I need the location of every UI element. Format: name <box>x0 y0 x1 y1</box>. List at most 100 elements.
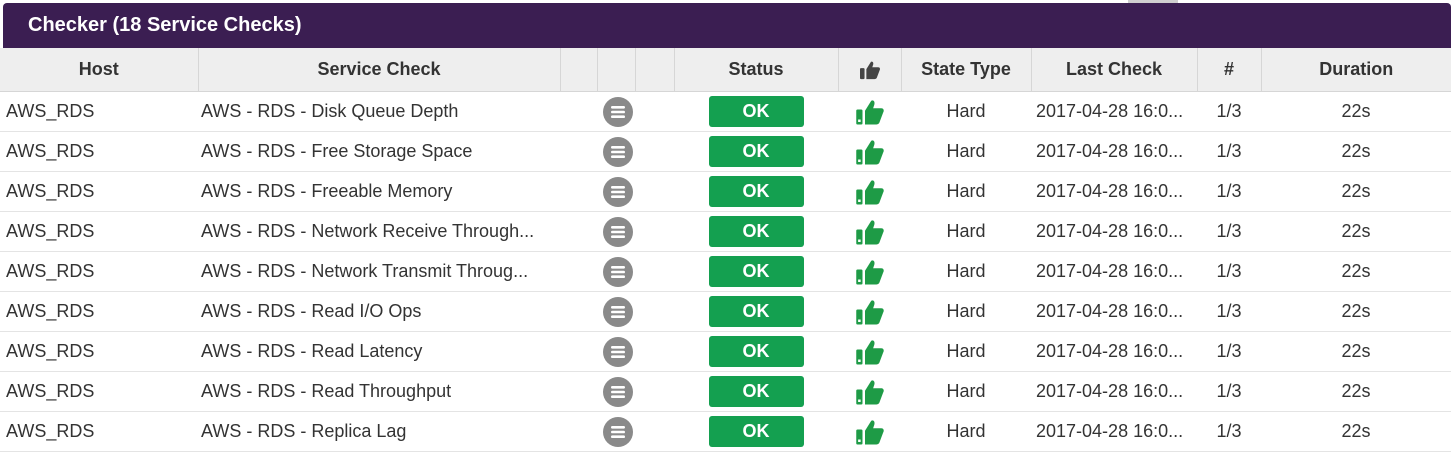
details-menu-icon[interactable] <box>602 256 633 287</box>
status-badge[interactable]: OK <box>708 256 804 287</box>
duration-cell: 22s <box>1261 211 1451 252</box>
status-badge[interactable]: OK <box>708 296 804 327</box>
acknowledged-cell <box>838 331 901 372</box>
table-row[interactable]: AWS_RDS AWS - RDS - Free Storage Space O… <box>0 131 1451 172</box>
column-header-spacer-3 <box>635 48 675 92</box>
service-check-cell[interactable]: AWS - RDS - Read Throughput <box>198 371 597 412</box>
table-body: AWS_RDS AWS - RDS - Disk Queue Depth OK … <box>0 91 1451 452</box>
column-header-last-check[interactable]: Last Check <box>1031 48 1198 92</box>
info-cell <box>597 331 635 372</box>
duration-cell: 22s <box>1261 291 1451 332</box>
details-menu-icon[interactable] <box>602 96 633 127</box>
status-badge[interactable]: OK <box>708 216 804 247</box>
status-badge[interactable]: OK <box>708 336 804 367</box>
details-menu-icon[interactable] <box>602 176 633 207</box>
table-row[interactable]: AWS_RDS AWS - RDS - Read Latency OK Hard <box>0 331 1451 372</box>
column-header-acknowledged[interactable] <box>838 48 902 92</box>
spacer-cell <box>635 91 674 132</box>
acknowledged-cell <box>838 171 901 212</box>
table-row[interactable]: AWS_RDS AWS - RDS - Network Transmit Thr… <box>0 251 1451 292</box>
panel-title: Checker (18 Service Checks) <box>3 3 1451 48</box>
service-check-cell[interactable]: AWS - RDS - Replica Lag <box>198 411 597 452</box>
host-cell[interactable]: AWS_RDS <box>0 291 198 332</box>
column-header-state-type[interactable]: State Type <box>901 48 1032 92</box>
thumbs-up-icon[interactable] <box>855 298 885 326</box>
details-menu-icon[interactable] <box>602 216 633 247</box>
state-type-cell: Hard <box>901 371 1031 412</box>
spacer-cell <box>635 331 674 372</box>
details-menu-icon[interactable] <box>602 336 633 367</box>
service-check-cell[interactable]: AWS - RDS - Network Transmit Throug... <box>198 251 597 292</box>
service-check-cell[interactable]: AWS - RDS - Read Latency <box>198 331 597 372</box>
checker-panel: Checker (18 Service Checks) Host Service… <box>0 0 1451 452</box>
thumbs-up-icon[interactable] <box>855 378 885 406</box>
spacer-cell <box>635 371 674 412</box>
thumbs-up-icon[interactable] <box>855 178 885 206</box>
table-row[interactable]: AWS_RDS AWS - RDS - Read Throughput OK H… <box>0 371 1451 412</box>
spacer-cell <box>635 251 674 292</box>
thumbs-up-icon[interactable] <box>855 258 885 286</box>
status-badge[interactable]: OK <box>708 376 804 407</box>
service-check-cell[interactable]: AWS - RDS - Free Storage Space <box>198 131 597 172</box>
last-check-cell: 2017-04-28 16:0... <box>1031 91 1197 132</box>
host-cell[interactable]: AWS_RDS <box>0 251 198 292</box>
acknowledged-cell <box>838 291 901 332</box>
host-cell[interactable]: AWS_RDS <box>0 171 198 212</box>
last-check-cell: 2017-04-28 16:0... <box>1031 251 1197 292</box>
status-badge[interactable]: OK <box>708 176 804 207</box>
acknowledged-cell <box>838 251 901 292</box>
column-header-attempt[interactable]: # <box>1197 48 1262 92</box>
thumbs-up-icon[interactable] <box>855 98 885 126</box>
table-row[interactable]: AWS_RDS AWS - RDS - Freeable Memory OK H… <box>0 171 1451 212</box>
host-cell[interactable]: AWS_RDS <box>0 211 198 252</box>
details-menu-icon[interactable] <box>602 296 633 327</box>
table-row[interactable]: AWS_RDS AWS - RDS - Disk Queue Depth OK … <box>0 91 1451 132</box>
state-type-cell: Hard <box>901 91 1031 132</box>
attempt-cell: 1/3 <box>1197 131 1261 172</box>
service-check-cell[interactable]: AWS - RDS - Network Receive Through... <box>198 211 597 252</box>
acknowledged-cell <box>838 211 901 252</box>
host-cell[interactable]: AWS_RDS <box>0 411 198 452</box>
attempt-cell: 1/3 <box>1197 331 1261 372</box>
status-badge[interactable]: OK <box>708 96 804 127</box>
state-type-cell: Hard <box>901 411 1031 452</box>
acknowledged-cell <box>838 91 901 132</box>
last-check-cell: 2017-04-28 16:0... <box>1031 411 1197 452</box>
thumbs-up-icon[interactable] <box>855 218 885 246</box>
table-row[interactable]: AWS_RDS AWS - RDS - Replica Lag OK Hard … <box>0 411 1451 452</box>
host-cell[interactable]: AWS_RDS <box>0 331 198 372</box>
details-menu-icon[interactable] <box>602 376 633 407</box>
thumbs-up-icon[interactable] <box>855 418 885 446</box>
service-check-cell[interactable]: AWS - RDS - Read I/O Ops <box>198 291 597 332</box>
host-cell[interactable]: AWS_RDS <box>0 371 198 412</box>
info-cell <box>597 91 635 132</box>
column-header-host[interactable]: Host <box>0 48 199 92</box>
host-cell[interactable]: AWS_RDS <box>0 91 198 132</box>
status-badge[interactable]: OK <box>708 136 804 167</box>
thumbs-up-icon[interactable] <box>855 338 885 366</box>
spacer-cell <box>635 211 674 252</box>
attempt-cell: 1/3 <box>1197 251 1261 292</box>
info-cell <box>597 371 635 412</box>
info-cell <box>597 131 635 172</box>
column-header-status[interactable]: Status <box>674 48 839 92</box>
status-cell: OK <box>674 371 838 412</box>
host-cell[interactable]: AWS_RDS <box>0 131 198 172</box>
service-check-cell[interactable]: AWS - RDS - Freeable Memory <box>198 171 597 212</box>
column-header-duration[interactable]: Duration <box>1261 48 1451 92</box>
thumbs-up-icon[interactable] <box>855 138 885 166</box>
last-check-cell: 2017-04-28 16:0... <box>1031 131 1197 172</box>
column-header-spacer-2 <box>597 48 636 92</box>
details-menu-icon[interactable] <box>602 416 633 447</box>
details-menu-icon[interactable] <box>602 136 633 167</box>
table-row[interactable]: AWS_RDS AWS - RDS - Read I/O Ops OK Hard <box>0 291 1451 332</box>
status-cell: OK <box>674 211 838 252</box>
service-check-cell[interactable]: AWS - RDS - Disk Queue Depth <box>198 91 597 132</box>
table-header-row: Host Service Check Status State Type Las… <box>0 48 1451 92</box>
status-badge[interactable]: OK <box>708 416 804 447</box>
column-header-service-check[interactable]: Service Check <box>198 48 561 92</box>
duration-cell: 22s <box>1261 371 1451 412</box>
last-check-cell: 2017-04-28 16:0... <box>1031 331 1197 372</box>
table-row[interactable]: AWS_RDS AWS - RDS - Network Receive Thro… <box>0 211 1451 252</box>
duration-cell: 22s <box>1261 171 1451 212</box>
